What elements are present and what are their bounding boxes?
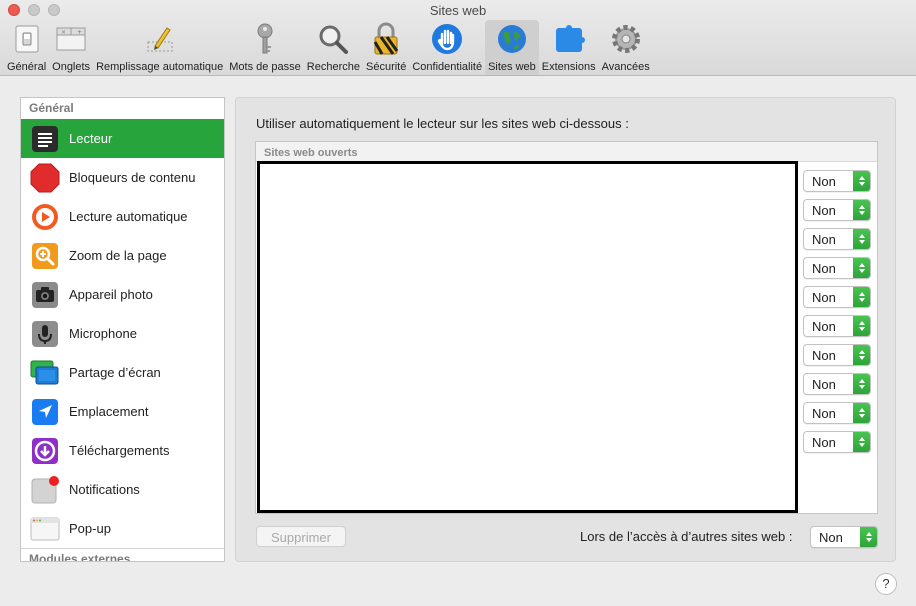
tab-search[interactable]: Recherche — [304, 20, 363, 75]
sidebar-item-label: Appareil photo — [69, 287, 153, 302]
sidebar-item-label: Zoom de la page — [69, 248, 167, 263]
site-option-popup[interactable]: Non — [803, 344, 871, 366]
hand-icon — [430, 22, 464, 56]
tab-security[interactable]: Sécurité — [363, 20, 409, 75]
play-icon — [30, 202, 60, 232]
window-title: Sites web — [429, 3, 487, 18]
reader-icon — [30, 124, 60, 154]
sidebar-item-label: Bloqueurs de contenu — [69, 170, 196, 185]
tab-websites[interactable]: Sites web — [485, 20, 539, 75]
sidebar-item-camera[interactable]: Appareil photo — [21, 275, 224, 314]
sidebar-item-reader[interactable]: Lecteur — [21, 119, 224, 158]
location-arrow-icon — [30, 397, 60, 427]
popup-arrows-icon — [853, 229, 870, 249]
sidebar-item-label: Pop-up — [69, 521, 111, 536]
site-option-popup[interactable]: Non — [803, 228, 871, 250]
other-sites-popup[interactable]: Non — [810, 526, 878, 548]
sidebar-section-general: Général — [29, 101, 74, 115]
open-websites-table: Sites web ouverts Non Non Non Non Non No… — [255, 141, 878, 514]
popup-arrows-icon — [860, 527, 877, 547]
sidebar-item-microphone[interactable]: Microphone — [21, 314, 224, 353]
site-option-popup[interactable]: Non — [803, 257, 871, 279]
popup-arrows-icon — [853, 316, 870, 336]
popup-window-icon — [30, 514, 60, 544]
sidebar-item-label: Notifications — [69, 482, 140, 497]
popup-arrows-icon — [853, 200, 870, 220]
screen-share-icon — [30, 358, 60, 388]
site-option-popup[interactable]: Non — [803, 199, 871, 221]
gear-icon — [609, 22, 643, 56]
websites-settings-panel: Utiliser automatiquement le lecteur sur … — [235, 97, 896, 562]
tab-advanced[interactable]: Avancées — [599, 20, 653, 75]
lock-icon — [369, 22, 403, 56]
tab-passwords[interactable]: Mots de passe — [226, 20, 304, 75]
globe-icon — [495, 22, 529, 56]
tab-extensions[interactable]: Extensions — [539, 20, 599, 75]
popup-arrows-icon — [853, 171, 870, 191]
sidebar-item-notifications[interactable]: Notifications — [21, 470, 224, 509]
sidebar: Général Lecteur Bloqueurs de contenu Lec… — [20, 97, 225, 562]
sidebar-item-popup[interactable]: Pop-up — [21, 509, 224, 548]
popup-arrows-icon — [853, 258, 870, 278]
sidebar-item-label: Microphone — [69, 326, 137, 341]
sidebar-item-label: Lecture automatique — [69, 209, 188, 224]
download-icon — [30, 436, 60, 466]
preferences-toolbar: Général × + Onglets Remplissage automatiq… — [4, 20, 653, 76]
sidebar-item-location[interactable]: Emplacement — [21, 392, 224, 431]
other-sites-label: Lors de l’accès à d’autres sites web : — [580, 529, 793, 544]
site-list[interactable] — [257, 161, 798, 513]
camera-icon — [30, 280, 60, 310]
title-bar: Sites web Général × + Onglets Remplissage… — [0, 0, 916, 76]
sidebar-item-label: Emplacement — [69, 404, 149, 419]
site-option-popup[interactable]: Non — [803, 286, 871, 308]
delete-button[interactable]: Supprimer — [256, 526, 346, 547]
popup-arrows-icon — [853, 432, 870, 452]
svg-text:×: × — [61, 29, 66, 36]
svg-text:+: + — [77, 29, 82, 36]
tab-tabs[interactable]: × + Onglets — [49, 20, 93, 75]
popup-arrows-icon — [853, 403, 870, 423]
tab-privacy[interactable]: Confidentialité — [409, 20, 485, 75]
site-option-column: Non Non Non Non Non Non Non Non Non Non — [803, 170, 873, 460]
magnifier-icon — [316, 22, 350, 56]
popup-arrows-icon — [853, 374, 870, 394]
zoom-icon — [30, 241, 60, 271]
help-button[interactable]: ? — [875, 573, 897, 595]
sidebar-item-content-blockers[interactable]: Bloqueurs de contenu — [21, 158, 224, 197]
general-switch-icon — [10, 22, 44, 56]
notification-icon — [30, 475, 60, 505]
site-option-popup[interactable]: Non — [803, 402, 871, 424]
sidebar-item-downloads[interactable]: Téléchargements — [21, 431, 224, 470]
site-option-popup[interactable]: Non — [803, 315, 871, 337]
sidebar-section-plugins: Modules externes — [21, 548, 224, 561]
site-option-popup[interactable]: Non — [803, 431, 871, 453]
tab-general[interactable]: Général — [4, 20, 49, 75]
sidebar-item-label: Téléchargements — [69, 443, 170, 458]
panel-heading: Utiliser automatiquement le lecteur sur … — [256, 116, 629, 131]
tab-autofill[interactable]: Remplissage automatique — [93, 20, 226, 75]
popup-arrows-icon — [853, 345, 870, 365]
sidebar-item-autoplay[interactable]: Lecture automatique — [21, 197, 224, 236]
sidebar-item-page-zoom[interactable]: Zoom de la page — [21, 236, 224, 275]
sidebar-item-screen-sharing[interactable]: Partage d’écran — [21, 353, 224, 392]
puzzle-compass-icon — [552, 22, 586, 56]
sidebar-item-label: Lecteur — [69, 131, 113, 146]
table-header: Sites web ouverts — [256, 142, 877, 162]
tabs-icon: × + — [54, 22, 88, 56]
autofill-pencil-icon — [143, 22, 177, 56]
stop-sign-icon — [30, 163, 60, 193]
site-option-popup[interactable]: Non — [803, 170, 871, 192]
key-icon — [248, 22, 282, 56]
site-option-popup[interactable]: Non — [803, 373, 871, 395]
sidebar-item-label: Partage d’écran — [69, 365, 161, 380]
popup-arrows-icon — [853, 287, 870, 307]
microphone-icon — [30, 319, 60, 349]
